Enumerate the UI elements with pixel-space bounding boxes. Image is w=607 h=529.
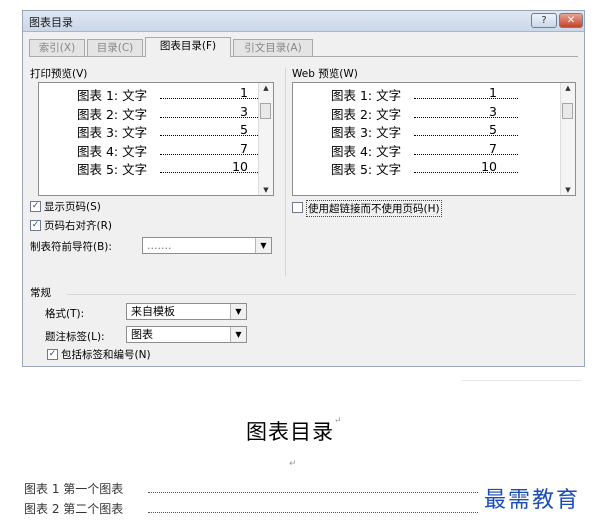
preview-entry-page: 7 <box>489 140 497 156</box>
preview-entry-text: 图表 1: 文字 <box>331 88 402 103</box>
preview-entry-page: 10 <box>232 159 248 174</box>
preview-entry-text: 图表 4: 文字 <box>331 143 402 159</box>
preview-entry-page: 10 <box>481 159 497 174</box>
include-label-checkbox[interactable]: ✓ <box>47 349 58 360</box>
preview-entry-text: 图表 4: 文字 <box>77 143 148 159</box>
scroll-up-icon[interactable]: ▲ <box>259 84 273 92</box>
preview-entry-text: 图表 3: 文字 <box>77 125 148 140</box>
caption-value: 图表 <box>131 328 153 341</box>
preview-entry-text: 图表 5: 文字 <box>77 162 148 177</box>
preview-entry-text: 图表 2: 文字 <box>77 106 148 122</box>
preview-entry-page: 7 <box>240 140 248 156</box>
chevron-down-icon[interactable]: ▼ <box>230 327 246 342</box>
general-separator <box>67 294 576 295</box>
leader-dots <box>160 135 266 136</box>
preview-entry-page: 1 <box>240 85 248 100</box>
dialog-title: 图表目录 <box>29 16 73 29</box>
leader-dots <box>160 172 266 173</box>
leader-dots <box>414 153 518 155</box>
include-label-label: 包括标签和编号(N) <box>61 349 151 361</box>
tab-leader-value: ....... <box>147 239 172 252</box>
preview-entry-text: 图表 3: 文字 <box>331 125 402 140</box>
leader-dots <box>160 98 266 99</box>
scroll-thumb[interactable] <box>260 103 271 119</box>
close-button[interactable]: ✕ <box>559 13 583 28</box>
preview-entry-text: 图表 5: 文字 <box>331 162 402 177</box>
right-align-checkbox[interactable]: ✓ <box>30 220 41 231</box>
watermark-logo: 最需教育 <box>484 488 581 513</box>
right-align-label: 页码右对齐(R) <box>44 220 112 232</box>
scroll-thumb[interactable] <box>562 103 573 119</box>
tab-leader-select[interactable]: ....... ▼ <box>142 237 272 254</box>
scroll-down-icon[interactable]: ▼ <box>561 186 575 194</box>
paragraph-mark: ↵ <box>289 459 297 469</box>
tab-table-of-figures[interactable]: 图表目录(F) <box>145 37 231 57</box>
page-margin-mark <box>462 380 582 381</box>
format-select[interactable]: 来自模板 ▼ <box>126 303 247 320</box>
print-preview-box[interactable]: 图表 1: 文字 1 图表 2: 文字 3 图表 3: 文字 5 图表 4: 文字 7 图表 5… <box>38 82 274 196</box>
web-preview-scrollbar[interactable]: ▲ ▼ <box>560 83 575 195</box>
paragraph-mark: ↵ <box>334 416 343 426</box>
general-group-label: 常规 <box>30 287 51 299</box>
doc-figure-entry-2[interactable]: 图表 2 第二个图表 <box>24 500 123 517</box>
use-hyperlinks-label: 使用超链接而不使用页码(H) <box>306 200 442 217</box>
web-preview-box[interactable]: 图表 1: 文字 1 图表 2: 文字 3 图表 3: 文字 5 图表 4: 文字 7 图表 5… <box>292 82 576 196</box>
toc-dialog: 图表目录 ? ✕ 索引(X) 目录(C) 图表目录(F) 引文目录(A) 打印预… <box>22 10 585 367</box>
print-preview-scrollbar[interactable]: ▲ ▼ <box>258 83 273 195</box>
preview-entry-page: 3 <box>240 103 248 119</box>
preview-entry-page: 5 <box>489 122 497 137</box>
preview-entry-text: 图表 1: 文字 <box>77 88 148 103</box>
help-button[interactable]: ? <box>531 13 557 28</box>
preview-entry-text: 图表 2: 文字 <box>331 106 402 122</box>
preview-entry-page: 1 <box>489 85 497 100</box>
chevron-down-icon[interactable]: ▼ <box>230 304 246 319</box>
tab-leader-label: 制表符前导符(B): <box>30 241 112 253</box>
format-value: 来自模板 <box>131 305 175 318</box>
leader-dots <box>148 512 478 513</box>
leader-dots <box>414 98 518 99</box>
scroll-down-icon[interactable]: ▼ <box>259 186 273 194</box>
web-preview-label: Web 预览(W) <box>292 68 358 80</box>
leader-dots <box>414 116 518 118</box>
leader-dots <box>160 116 266 118</box>
use-hyperlinks-checkbox[interactable] <box>292 202 303 213</box>
doc-figure-entry-1[interactable]: 图表 1 第一个图表 <box>24 480 123 497</box>
column-separator <box>285 68 286 276</box>
preview-entry-page: 5 <box>240 122 248 137</box>
preview-entry-page: 3 <box>489 103 497 119</box>
leader-dots <box>414 135 518 136</box>
tab-toc[interactable]: 目录(C) <box>87 39 143 56</box>
tab-table-of-authorities[interactable]: 引文目录(A) <box>233 39 313 56</box>
print-preview-label: 打印预览(V) <box>30 68 88 80</box>
checkmark-icon: ✓ <box>48 349 57 359</box>
tab-divider <box>29 56 578 57</box>
chevron-down-icon[interactable]: ▼ <box>255 238 271 253</box>
format-label: 格式(T): <box>45 308 85 320</box>
scroll-up-icon[interactable]: ▲ <box>561 84 575 92</box>
checkmark-icon: ✓ <box>31 220 40 230</box>
caption-label: 题注标签(L): <box>45 331 105 343</box>
show-page-numbers-label: 显示页码(S) <box>44 201 101 213</box>
checkmark-icon: ✓ <box>31 201 40 211</box>
show-page-numbers-checkbox[interactable]: ✓ <box>30 201 41 212</box>
caption-select[interactable]: 图表 ▼ <box>126 326 247 343</box>
tab-index[interactable]: 索引(X) <box>29 39 85 56</box>
title-bar[interactable]: 图表目录 ? ✕ <box>23 11 584 32</box>
document-title: 图表目录 ↵ <box>246 416 342 446</box>
leader-dots <box>148 492 478 493</box>
leader-dots <box>160 153 266 155</box>
document-title-text: 图表目录 <box>246 420 334 444</box>
leader-dots <box>414 172 518 173</box>
